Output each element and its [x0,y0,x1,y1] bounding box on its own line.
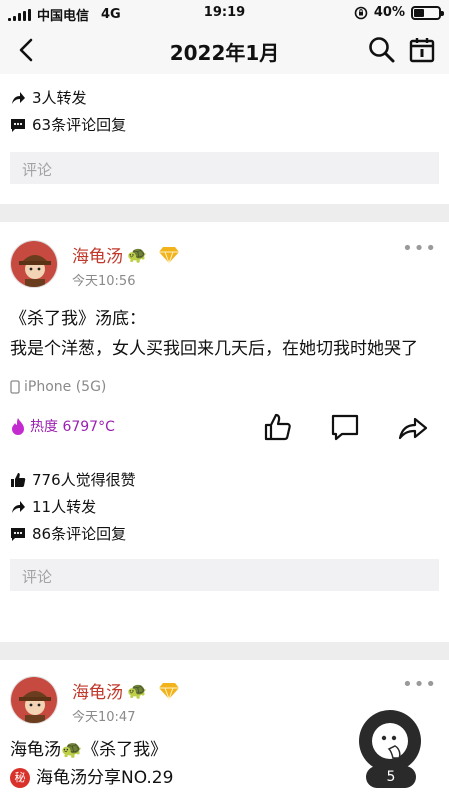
comment-input[interactable]: 评论 [10,152,439,184]
post-time: 今天10:56 [72,274,136,289]
rotation-lock-icon [354,6,368,19]
assistant-face-icon [372,723,408,759]
post-time: 今天10:47 [72,710,136,725]
share-arrow-icon [12,500,25,513]
thumbs-up-icon [11,472,26,487]
author-line: 海龟汤 🐢 [72,678,181,703]
heat-value: 热度 6797°C [30,419,115,435]
floating-count-badge[interactable]: 5 [366,766,416,788]
comment-count-row[interactable]: 63条评论回复 [0,111,449,138]
post-card: 海龟汤 🐢 今天10:56 ••• 《杀了我》汤底： 我是个洋葱，女人买我回来几… [0,222,449,642]
nav-bar: 2022年1月 [0,26,449,74]
diamond-icon [158,246,179,264]
avatar[interactable] [10,676,58,724]
device-name: iPhone (5G) [24,379,107,395]
post-text-line: 海龟汤分享NO.29 [36,768,174,788]
status-bar: 中国电信 4G 19:19 40% [0,0,449,26]
share-count: 3人转发 [32,89,87,107]
more-icon[interactable]: ••• [402,238,437,259]
post-actions: 热度 6797°C [0,406,449,448]
like-icon[interactable] [262,411,294,443]
like-count-row[interactable]: 776人觉得很赞 [0,466,449,493]
comment-count: 63条评论回复 [32,116,127,134]
comment-count-row[interactable]: 86条评论回复 [0,520,449,547]
post-text-line: 《杀了我》汤底： [10,309,146,329]
battery-fill [414,8,424,17]
comment-icon [11,118,25,132]
share-count: 11人转发 [32,498,97,516]
floating-assistant-button[interactable] [359,710,421,772]
comment-icon [11,527,25,541]
more-icon[interactable]: ••• [402,674,437,695]
comment-bubble-icon[interactable] [329,411,361,443]
comment-input[interactable]: 评论 [10,559,439,591]
avatar[interactable] [10,240,58,288]
post-header: 海龟汤 🐢 今天10:56 ••• [0,238,449,300]
diamond-icon [158,682,179,700]
share-count-row[interactable]: 11人转发 [0,493,449,520]
calendar-icon[interactable] [407,35,437,65]
comment-count: 86条评论回复 [32,525,127,543]
share-count-row[interactable]: 3人转发 [0,84,449,111]
battery-icon [411,5,444,20]
turtle-icon: 🐢 [127,681,147,700]
author-line: 海龟汤 🐢 [72,242,181,267]
like-count: 776人觉得很赞 [32,471,136,489]
prev-post-card: 3人转发 63条评论回复 评论 [0,74,449,204]
post-content: 《杀了我》汤底： 我是个洋葱，女人买我回来几天后，在她切我时她哭了 [0,304,449,364]
share-icon[interactable] [397,411,429,443]
post-text-line: 我是个洋葱，女人买我回来几天后，在她切我时她哭了 [10,339,418,359]
battery-percent: 40% [373,5,405,20]
author-name[interactable]: 海龟汤 [72,242,123,267]
flame-icon [12,418,24,435]
search-icon[interactable] [367,35,397,65]
author-name[interactable]: 海龟汤 [72,678,123,703]
device-label: iPhone (5G) [0,376,449,398]
heat-label: 热度 6797°C [10,416,115,436]
turtle-icon: 🐢 [127,245,147,264]
secret-icon: 秘 [10,768,30,788]
phone-icon [10,380,20,394]
share-arrow-icon [12,91,25,104]
